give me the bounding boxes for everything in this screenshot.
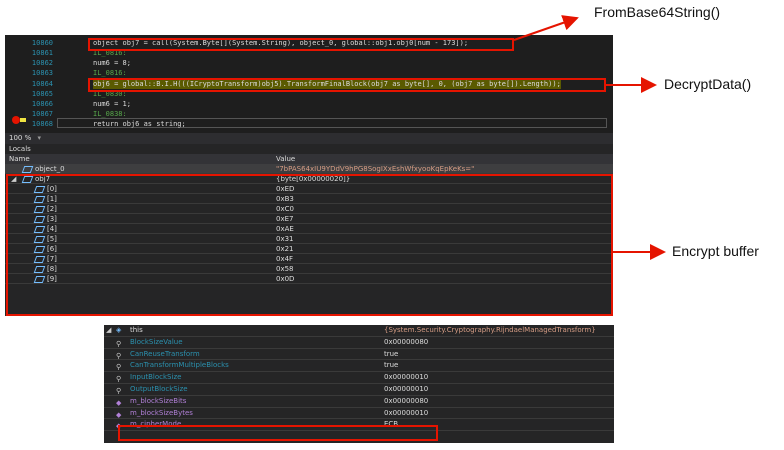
code-line[interactable]: 10868 return obj6 as string;: [5, 119, 613, 129]
property-name: m_blockSizeBytes: [130, 408, 193, 417]
highlight-encrypt-buffer: [6, 174, 613, 316]
property-row[interactable]: ⚲ InputBlockSize 0x00000010: [104, 372, 614, 384]
property-name: OutputBlockSize: [130, 384, 188, 393]
property-row[interactable]: ◆ m_blockSizeBytes 0x00000010: [104, 408, 614, 420]
code-line[interactable]: 10866 num6 = 1;: [5, 99, 613, 109]
highlight-cipher-mode: [118, 425, 438, 441]
property-name: m_blockSizeBits: [130, 396, 187, 405]
editor-status-bar: 100 % ▾: [5, 133, 613, 144]
property-row[interactable]: ⚲ CanTransformMultipleBlocks true: [104, 360, 614, 373]
line-number: 10867: [31, 110, 53, 118]
code-text: return obj6 as string;: [93, 120, 186, 128]
line-number: 10862: [31, 59, 53, 67]
property-value: 0x00000080: [384, 396, 429, 405]
frombase64-annotation: FromBase64String(): [594, 4, 721, 20]
field-icon: [21, 165, 34, 173]
name-column-header[interactable]: Name: [9, 154, 30, 164]
line-number: 10868: [31, 120, 53, 128]
zoom-dropdown-icon[interactable]: ▾: [37, 134, 41, 142]
zoom-level[interactable]: 100 %: [5, 134, 31, 142]
line-number: 10863: [31, 69, 53, 77]
property-value: 0x00000010: [384, 384, 429, 393]
property-row[interactable]: ⚲ BlockSizeValue 0x00000080: [104, 337, 614, 349]
property-row[interactable]: ◆ m_blockSizeBits 0x00000080: [104, 396, 614, 408]
collapse-arrow-icon[interactable]: ◢: [106, 325, 111, 337]
code-text: num6 = 8;: [93, 59, 131, 67]
line-number: 10861: [31, 49, 53, 57]
variable-name: object_0: [35, 165, 65, 173]
object-name: this: [130, 326, 143, 334]
property-value: 0x00000010: [384, 408, 429, 417]
line-number: 10866: [31, 100, 53, 108]
line-number: 10865: [31, 90, 53, 98]
decryptdata-annotation: DecryptData(): [664, 76, 752, 92]
property-name: InputBlockSize: [130, 373, 182, 382]
object-type-value: {System.Security.Cryptography.RijndaelMa…: [384, 326, 596, 334]
property-name: BlockSizeValue: [130, 337, 183, 346]
variable-value: "7bPAS64xIU9YDdV9hPG8SogIXxEshWfxyooKqEp…: [276, 165, 475, 173]
value-column-header[interactable]: Value: [276, 154, 295, 164]
line-number: 10864: [31, 80, 53, 88]
locals-title: Locals: [9, 145, 31, 153]
code-text: IL_0816:: [93, 69, 127, 77]
locals-row-object0[interactable]: object_0 "7bPAS64xIU9YDdV9hPG8SogIXxEshW…: [5, 164, 613, 174]
property-name: CanTransformMultipleBlocks: [130, 361, 229, 370]
field-icon: ◈: [116, 326, 122, 334]
property-value: 0x00000010: [384, 373, 429, 382]
code-text: IL_0838:: [93, 110, 127, 118]
property-row[interactable]: ⚲ CanReuseTransform true: [104, 349, 614, 361]
highlight-decrypt-line: [88, 78, 606, 92]
highlight-frombase64-line: [88, 38, 514, 51]
property-value: true: [384, 349, 399, 358]
locals-column-header: Name Value: [5, 154, 613, 164]
line-number: 10860: [31, 39, 53, 47]
code-text: num6 = 1;: [93, 100, 131, 108]
property-row[interactable]: ⚲ OutputBlockSize 0x00000010: [104, 384, 614, 396]
property-value: 0x00000080: [384, 337, 429, 346]
code-line[interactable]: 10863 IL_0816:: [5, 68, 613, 78]
property-name: CanReuseTransform: [130, 349, 200, 358]
code-line[interactable]: 10867 IL_0838:: [5, 109, 613, 119]
encrypt-buffer-annotation: Encrypt buffer: [672, 243, 759, 259]
this-root-row[interactable]: ◢ ◈ this {System.Security.Cryptography.R…: [104, 325, 614, 337]
property-value: true: [384, 361, 399, 370]
code-line[interactable]: 10862 num6 = 8;: [5, 58, 613, 68]
